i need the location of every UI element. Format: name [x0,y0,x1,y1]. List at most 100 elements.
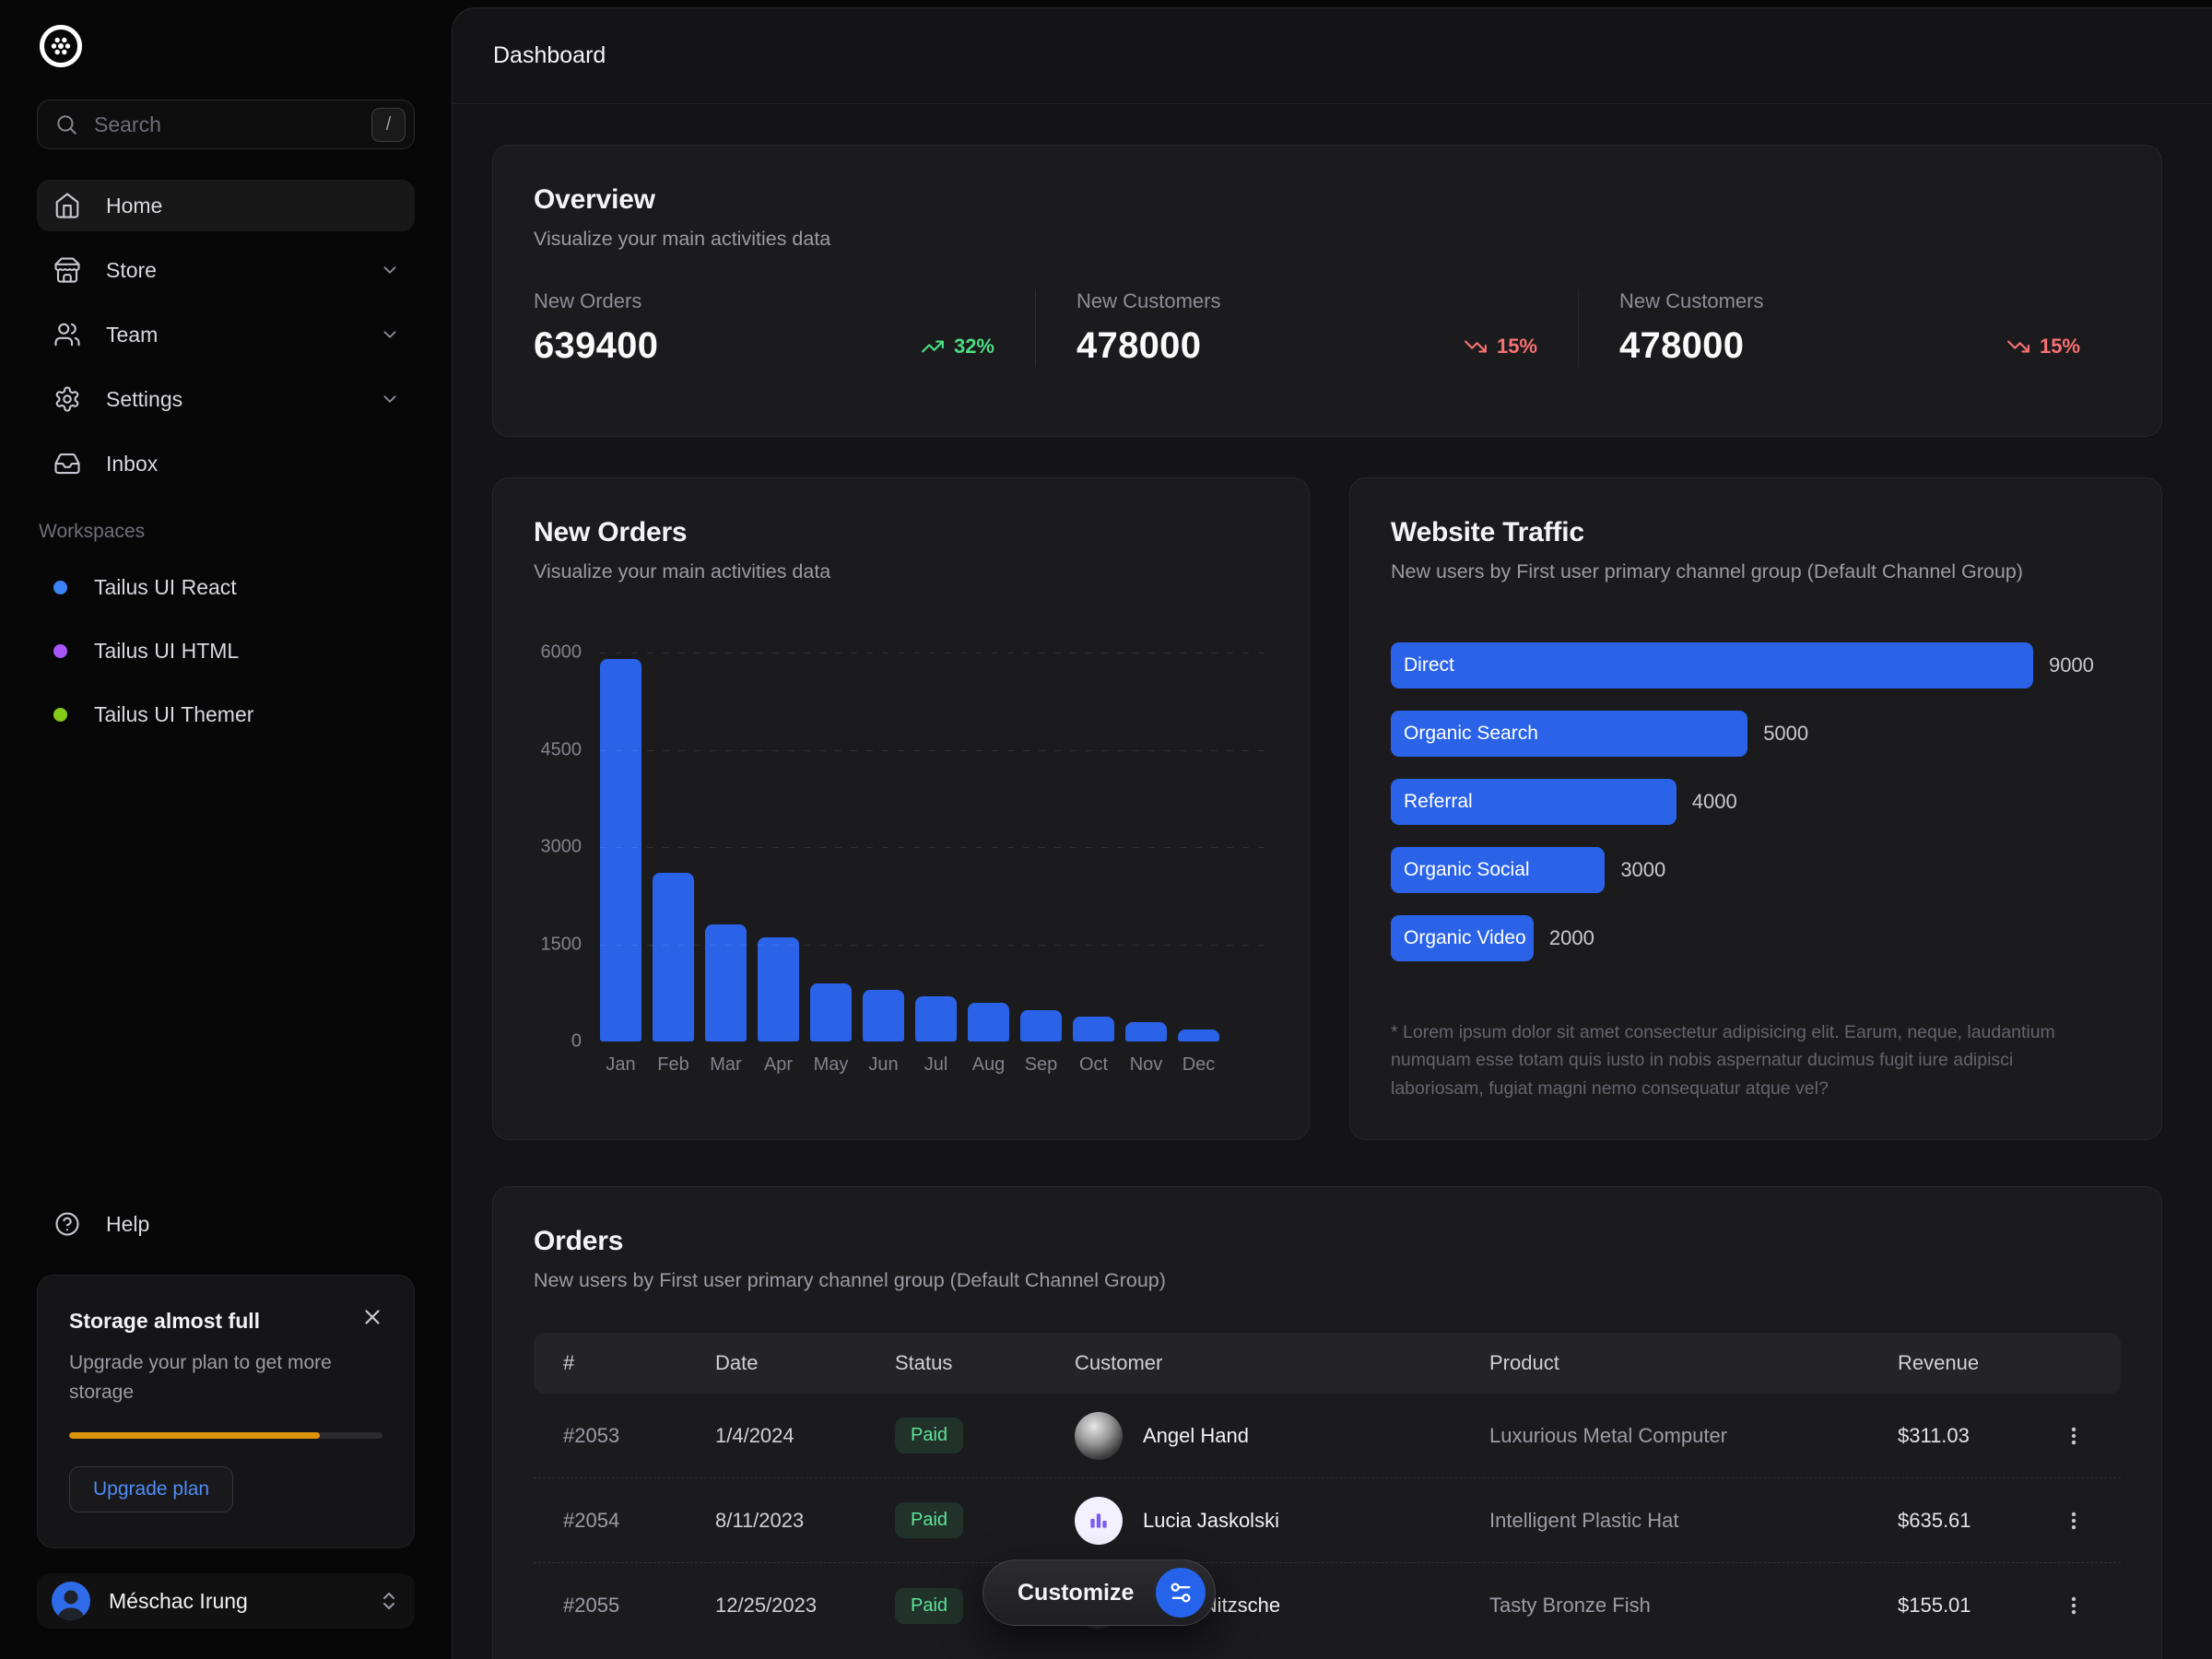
traffic-row: Organic Social 3000 [1391,847,2121,893]
close-icon[interactable] [357,1301,388,1333]
workspace-item-tailus-ui-html[interactable]: Tailus UI HTML [37,626,415,676]
workspace-item-tailus-ui-themer[interactable]: Tailus UI Themer [37,689,415,739]
user-menu[interactable]: Méschac Irung [37,1573,415,1629]
sidebar-item-inbox[interactable]: Inbox [37,438,415,489]
traffic-bar-label: Organic Video [1404,927,1526,949]
chart-title: Website Traffic [1391,517,2121,548]
workspaces-heading: Workspaces [37,521,415,543]
metric-new-orders: New Orders 639400 32% [534,289,1035,367]
table-row[interactable]: #20548/11/2023PaidLucia JaskolskiIntelli… [534,1478,2121,1563]
bar-chart-plot: 01500300045006000 [600,653,1268,1041]
x-axis-label: Nov [1125,1054,1167,1076]
workspace-item-tailus-ui-react[interactable]: Tailus UI React [37,562,415,612]
kebab-menu-icon [2062,1594,2086,1618]
x-axis-label: Jul [915,1054,957,1076]
bar-aug [968,1003,1009,1041]
order-id-cell: #2055 [563,1594,715,1618]
storage-progress-bar [69,1432,382,1439]
sidebar-item-settings[interactable]: Settings [37,373,415,425]
y-axis-tick: 0 [530,1031,582,1053]
x-axis-label: Jun [863,1054,904,1076]
sidebar-spacer [37,739,415,1199]
logo-icon [37,22,85,70]
sidebar-item-home[interactable]: Home [37,180,415,231]
traffic-bar-organic-social: Organic Social [1391,847,1605,893]
store-icon [53,256,81,284]
traffic-bar-organic-video: Organic Video [1391,915,1534,961]
order-revenue-cell: $155.01 [1898,1594,2036,1618]
table-row[interactable]: #205512/25/2023PaidSherri NitzscheTasty … [534,1563,2121,1648]
sidebar-item-store[interactable]: Store [37,244,415,296]
order-id-cell: #2054 [563,1509,715,1533]
team-icon [53,321,81,348]
order-date-cell: 1/4/2024 [715,1424,895,1448]
bar-jan [600,659,641,1041]
storage-title: Storage almost full [69,1309,382,1334]
column-header-date: Date [715,1351,895,1375]
help-label: Help [106,1212,149,1237]
customize-button[interactable]: Customize [982,1559,1216,1626]
chart-subtitle: New users by First user primary channel … [1391,560,2121,583]
x-axis-label: Aug [968,1054,1009,1076]
settings-icon [53,385,81,413]
workspace-name: Tailus UI Themer [94,702,253,727]
page-title: Dashboard [493,42,606,69]
traffic-bar-value: 5000 [1763,722,1808,746]
metric-value: 639400 [534,325,658,367]
customer-name: Lucia Jaskolski [1143,1509,1279,1533]
x-axis-label: Mar [705,1054,747,1076]
column-header-id: # [563,1351,715,1375]
storage-description: Upgrade your plan to get more storage [69,1348,350,1406]
sidebar-nav: Home Store Team Settings [37,180,415,489]
order-customer-cell: Lucia Jaskolski [1075,1497,1489,1545]
chart-title: New Orders [534,517,1268,548]
sidebar-item-label: Inbox [106,452,158,477]
charts-row: New Orders Visualize your main activitie… [492,477,2162,1140]
sidebar-item-label: Store [106,258,157,283]
customize-accent-circle[interactable] [1156,1568,1206,1618]
metric-change-value: 32% [954,335,994,359]
sidebar-item-help[interactable]: Help [37,1199,415,1249]
user-avatar [52,1582,90,1620]
metric-change-value: 15% [2040,335,2080,359]
chevron-down-icon [380,324,400,345]
order-id-cell: #2053 [563,1424,715,1448]
metric-change: 32% [921,335,994,359]
chevron-down-icon [380,260,400,280]
metric-new-customers: New Customers 478000 15% [1035,289,1578,367]
kebab-menu-icon [2062,1509,2086,1533]
overview-metrics: New Orders 639400 32% New Customers 4780… [534,289,2121,367]
table-row[interactable]: #20531/4/2024PaidAngel HandLuxurious Met… [534,1394,2121,1478]
app-logo[interactable] [37,22,85,70]
search-input[interactable] [92,112,371,138]
upgrade-plan-button[interactable]: Upgrade plan [69,1466,233,1512]
workspace-name: Tailus UI HTML [94,639,239,664]
metric-new-customers-2: New Customers 478000 15% [1578,289,2121,367]
traffic-bar-label: Referral [1404,791,1473,813]
search-shortcut-key: / [371,108,406,142]
column-header-status: Status [895,1351,1075,1375]
customer-avatar [1075,1412,1123,1460]
customer-avatar [1075,1497,1123,1545]
traffic-row: Organic Video2000 [1391,915,2121,961]
workspace-dot [53,644,67,658]
order-product-cell: Tasty Bronze Fish [1489,1594,1898,1618]
orders-card: Orders New users by First user primary c… [492,1186,2162,1659]
y-axis-tick: 3000 [530,837,582,858]
overview-title: Overview [534,184,2121,216]
avatar-chart-glyph [1087,1509,1111,1533]
bar-mar [705,924,747,1041]
row-menu-button[interactable] [2056,1418,2091,1453]
storage-progress-fill [69,1432,320,1439]
gridline [600,750,1268,751]
overview-card: Overview Visualize your main activities … [492,145,2162,437]
row-menu-button[interactable] [2056,1588,2091,1623]
sidebar-item-team[interactable]: Team [37,309,415,360]
bar-sep [1020,1010,1062,1041]
gridline [600,945,1268,946]
x-axis-labels: JanFebMarAprMayJunJulAugSepOctNovDec [600,1054,1268,1076]
workspaces-list: Tailus UI React Tailus UI HTML Tailus UI… [37,562,415,739]
traffic-bar-value: 3000 [1620,858,1665,882]
metric-label: New Customers [1619,289,2080,313]
row-menu-button[interactable] [2056,1503,2091,1538]
